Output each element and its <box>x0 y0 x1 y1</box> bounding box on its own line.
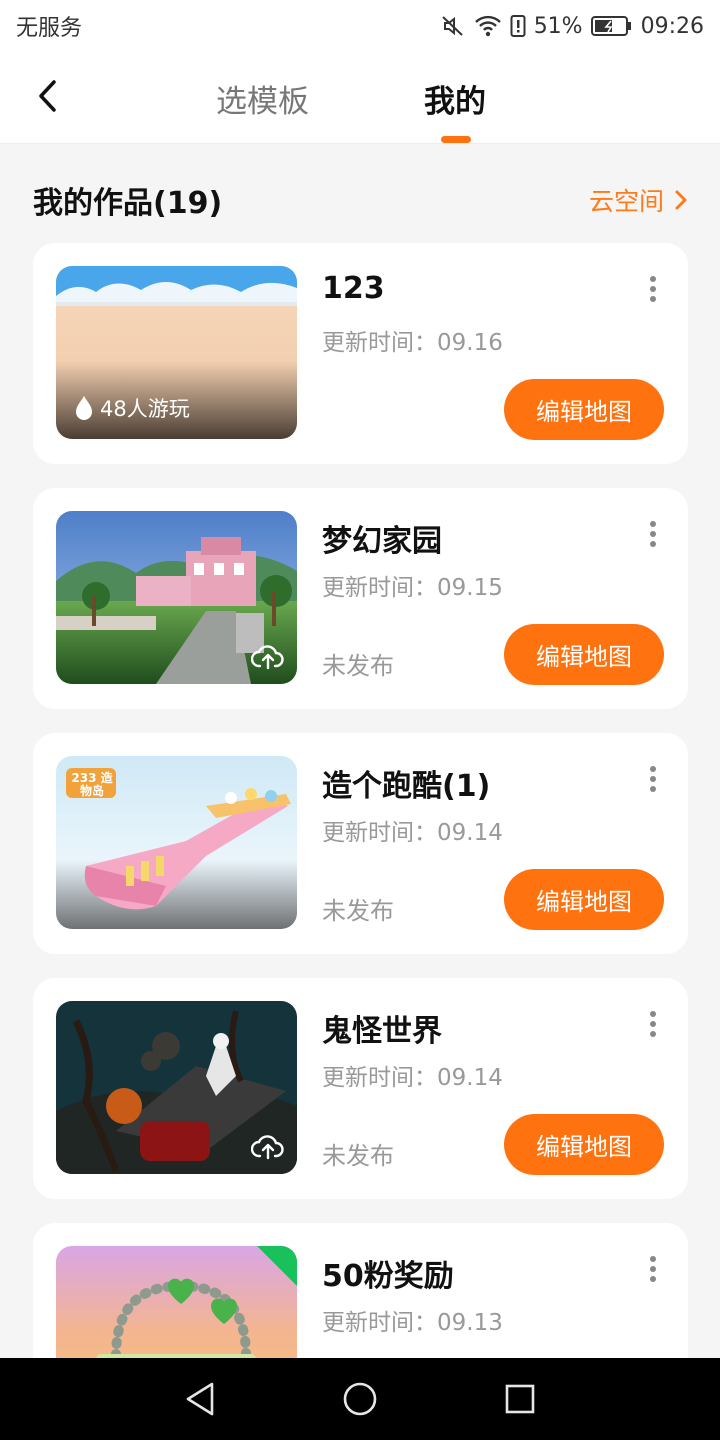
work-title: 50粉奖励 <box>322 1259 454 1294</box>
battery-percent: 51% <box>533 13 583 39</box>
back-button[interactable] <box>24 72 72 120</box>
work-title: 造个跑酷(1) <box>322 769 491 804</box>
update-time: 更新时间：09.13 <box>322 1310 503 1336</box>
more-options-icon[interactable] <box>639 1253 667 1285</box>
nav-recents-button[interactable] <box>499 1378 541 1420</box>
more-options-icon[interactable] <box>639 518 667 550</box>
battery-charging-icon <box>590 15 633 37</box>
top-bar: 选模板 我的 <box>0 52 720 144</box>
more-options-icon[interactable] <box>639 763 667 795</box>
section-title: 我的作品(19) <box>33 186 223 221</box>
work-thumbnail[interactable]: 233 造物岛 <box>56 756 297 929</box>
update-time: 更新时间：09.16 <box>322 330 503 356</box>
back-triangle-icon <box>186 1382 214 1416</box>
cloud-upload-icon[interactable] <box>251 642 285 670</box>
edit-map-button[interactable]: 编辑地图 <box>504 1114 664 1175</box>
section-header: 我的作品(19) 云空间 <box>33 178 688 222</box>
work-thumbnail[interactable]: 48人游玩 <box>56 266 297 439</box>
tab-templates[interactable]: 选模板 <box>216 76 309 121</box>
work-title: 鬼怪世界 <box>322 1014 442 1049</box>
update-time: 更新时间：09.15 <box>322 575 503 601</box>
work-thumbnail[interactable] <box>56 1246 297 1358</box>
work-card[interactable]: 鬼怪世界 更新时间：09.14 未发布 编辑地图 <box>33 978 688 1199</box>
work-card[interactable]: 233 造物岛 造个跑酷(1) 更新时间：09.14 未发布 编辑地图 <box>33 733 688 954</box>
work-thumbnail[interactable] <box>56 511 297 684</box>
play-count-badge: 48人游玩 <box>74 393 190 423</box>
tab-mine[interactable]: 我的 <box>424 76 486 121</box>
work-title: 123 <box>322 271 385 306</box>
corner-badge <box>257 1246 297 1286</box>
carrier-label: 无服务 <box>16 16 83 41</box>
works-list-view[interactable]: 我的作品(19) 云空间 48人游玩 123 更新时间：09.16 编辑地图 梦… <box>0 144 720 1358</box>
work-card[interactable]: 梦幻家园 更新时间：09.15 未发布 编辑地图 <box>33 488 688 709</box>
clock: 09:26 <box>640 13 704 39</box>
work-card[interactable]: 50粉奖励 更新时间：09.13 <box>33 1223 688 1358</box>
work-title: 梦幻家园 <box>322 524 442 559</box>
play-count: 48人游玩 <box>100 397 190 421</box>
cloud-space-label: 云空间 <box>588 187 664 216</box>
edit-map-button[interactable]: 编辑地图 <box>504 379 664 440</box>
alert-icon <box>510 14 526 38</box>
recents-square-icon <box>505 1384 535 1414</box>
nav-home-button[interactable] <box>339 1378 381 1420</box>
active-tab-indicator <box>441 136 471 143</box>
status-bar: 无服务 51% 09:26 <box>0 0 720 52</box>
update-time: 更新时间：09.14 <box>322 820 503 846</box>
home-circle-icon <box>343 1382 377 1416</box>
more-options-icon[interactable] <box>639 273 667 305</box>
wifi-icon <box>474 14 502 38</box>
publish-status: 未发布 <box>322 652 394 680</box>
mute-icon <box>440 14 466 38</box>
chevron-right-icon <box>675 190 687 210</box>
work-thumbnail[interactable] <box>56 1001 297 1174</box>
work-card[interactable]: 48人游玩 123 更新时间：09.16 编辑地图 <box>33 243 688 464</box>
edit-map-button[interactable]: 编辑地图 <box>504 869 664 930</box>
edit-map-button[interactable]: 编辑地图 <box>504 624 664 685</box>
update-time: 更新时间：09.14 <box>322 1065 503 1091</box>
nav-back-button[interactable] <box>179 1378 221 1420</box>
more-options-icon[interactable] <box>639 1008 667 1040</box>
system-nav-bar <box>0 1358 720 1440</box>
chevron-left-icon <box>39 80 56 112</box>
flame-icon <box>76 396 92 420</box>
thumbnail-logo-text: 233 造物岛 <box>71 771 113 798</box>
publish-status: 未发布 <box>322 897 394 925</box>
status-indicators: 51% 09:26 <box>440 14 704 39</box>
publish-status: 未发布 <box>322 1142 394 1170</box>
cloud-space-link[interactable]: 云空间 <box>589 182 688 218</box>
cloud-upload-icon[interactable] <box>251 1132 285 1160</box>
